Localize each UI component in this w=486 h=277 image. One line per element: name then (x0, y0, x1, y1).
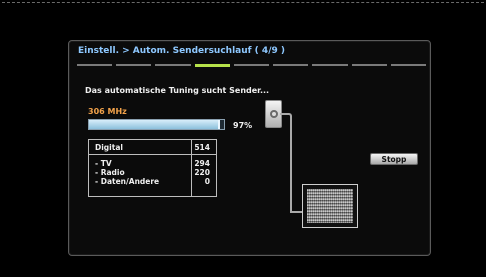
tv-label: - TV (95, 159, 112, 168)
digital-label: Digital (95, 143, 123, 152)
step-segment (233, 64, 270, 66)
tv-count: 294 (194, 159, 210, 168)
step-indicator (77, 64, 426, 67)
tuning-progress-bar (88, 119, 225, 130)
tuning-progress-fill (89, 120, 220, 129)
tv-screen: Einstell. > Autom. Sendersuchlauf ( 4/9 … (0, 0, 486, 277)
auto-tuning-dialog: Einstell. > Autom. Sendersuchlauf ( 4/9 … (68, 40, 431, 256)
data-other-count: 0 (204, 177, 210, 186)
progress-percent: 97% (233, 121, 253, 130)
step-segment (351, 64, 387, 66)
step-segment (194, 64, 230, 67)
data-other-label: - Daten/Andere (95, 177, 160, 186)
radio-count: 220 (194, 168, 210, 177)
static-noise (307, 189, 353, 223)
antenna-cable (280, 113, 292, 213)
step-segment (273, 64, 309, 66)
step-segment (116, 64, 152, 66)
dialog-title: Einstell. > Autom. Sendersuchlauf ( 4/9 … (78, 46, 285, 56)
table-header-row: Digital 514 (89, 143, 216, 155)
tuning-status-heading: Das automatische Tuning sucht Sender... (85, 86, 270, 95)
digital-count: 514 (194, 143, 210, 152)
step-segment (77, 64, 113, 66)
channel-count-table: Digital 514 - TV 294 - Radio 220 - Daten… (88, 139, 217, 197)
table-row: - Daten/Andere 0 (89, 177, 216, 187)
stop-button[interactable]: Stopp (370, 153, 418, 165)
top-dashed-line (2, 2, 484, 10)
step-segment (390, 64, 426, 66)
step-segment (312, 64, 348, 66)
radio-label: - Radio (95, 168, 125, 177)
jack-socket (270, 110, 278, 118)
step-segment (155, 64, 191, 66)
tv-noise-icon (302, 184, 358, 228)
frequency-readout: 306 MHz (88, 107, 127, 116)
